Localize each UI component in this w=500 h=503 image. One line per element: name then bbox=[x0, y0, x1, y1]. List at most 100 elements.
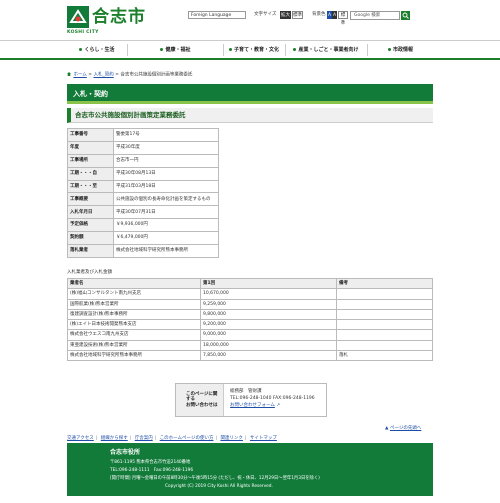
footer-org-name: 合志市役所 bbox=[110, 449, 141, 456]
contact-phone: TEL:096-248-1040 FAX:096-248-1196 bbox=[230, 396, 315, 401]
external-link-icon: ↗ bbox=[276, 403, 281, 408]
nav-label: くらし・生活 bbox=[84, 47, 115, 53]
footer-link-access[interactable]: 交通アクセス bbox=[67, 436, 94, 441]
bid-amount: 18,000,000 bbox=[200, 339, 337, 352]
info-label: 工期・・・至 bbox=[67, 179, 114, 194]
footer-link-related[interactable]: 関連リンク bbox=[220, 436, 243, 441]
table-row: 予定価格 ￥9,936,000円 bbox=[67, 218, 219, 233]
info-value: 合志市一円 bbox=[113, 153, 219, 168]
bullet-icon bbox=[293, 48, 297, 51]
bid-amount: 9,200,000 bbox=[200, 319, 337, 331]
breadcrumb-home-link[interactable]: ホーム bbox=[73, 73, 86, 78]
info-value: ￥6,479,000円 bbox=[113, 231, 219, 246]
bid-note bbox=[336, 319, 433, 331]
table-row: 契約額 ￥6,479,000円 bbox=[67, 231, 219, 246]
bullet-icon bbox=[387, 48, 391, 51]
column-header: 業者名 bbox=[67, 277, 201, 290]
nav-label: 産業・しごと・事業者向け bbox=[298, 47, 359, 53]
info-label: 工事場所 bbox=[67, 153, 114, 168]
contact-details: 総務部 管財課 TEL:096-248-1040 FAX:096-248-119… bbox=[230, 388, 326, 409]
bid-amount: 9,259,000 bbox=[200, 298, 337, 310]
page-top-label: ページの先頭へ bbox=[389, 426, 422, 431]
nav-item-city-info[interactable]: 市政情報 bbox=[368, 41, 433, 59]
city-emblem-icon bbox=[67, 6, 89, 28]
site-header: 合志市 KOSHI CITY Foreign Language 文字サイズ 拡大… bbox=[0, 0, 500, 38]
footer-link-office-guide[interactable]: 庁舎案内 bbox=[135, 436, 153, 441]
city-name: 合志市 bbox=[92, 7, 146, 27]
bid-note bbox=[336, 339, 433, 352]
info-label: 落札業者 bbox=[67, 244, 114, 258]
site-footer: 合志市役所 〒861-1195 熊本県合志市竹迫2140番地 TEL:096-2… bbox=[67, 443, 433, 496]
bid-note bbox=[336, 329, 433, 341]
nav-label: 健康・福祉 bbox=[165, 47, 191, 53]
breadcrumb-level1-link[interactable]: 入札_契約 bbox=[93, 73, 113, 78]
table-row: 年度 平成30年度 bbox=[67, 140, 219, 155]
table-row: 国際航業(株)熊本営業所 9,259,000 bbox=[67, 298, 433, 310]
search-input[interactable]: Google 検索 bbox=[350, 11, 400, 20]
nav-item-childcare[interactable]: 子育て・教育・文化 bbox=[224, 41, 284, 59]
bid-amount: 10,670,000 bbox=[200, 288, 337, 300]
site-logo[interactable]: 合志市 KOSHI CITY bbox=[67, 6, 157, 35]
bg-color-a2-button[interactable]: A bbox=[332, 11, 337, 19]
bidder-name: 株式会社ウエスコ南九州支店 bbox=[67, 329, 201, 341]
info-label: 契約額 bbox=[67, 231, 114, 246]
table-row: 工事番号 警委第17号 bbox=[67, 128, 219, 142]
font-size-standard-button[interactable]: 標準 bbox=[292, 11, 303, 19]
bidder-name: 東亜建設技術(株)熊本営業所 bbox=[67, 339, 201, 352]
table-row: 復建調査設計(株)熊本事務所 9,800,000 bbox=[67, 308, 433, 321]
nav-item-living[interactable]: くらし・生活 bbox=[67, 41, 127, 59]
nav-item-industry[interactable]: 産業・しごと・事業者向け bbox=[286, 41, 366, 59]
bullet-icon bbox=[79, 48, 83, 51]
bidder-name: (株)福山コンサルタント南九州支店 bbox=[67, 288, 201, 300]
column-header: 備考 bbox=[336, 277, 433, 290]
footer-link-howto[interactable]: このホームページの使い方 bbox=[160, 436, 214, 441]
bullet-icon bbox=[228, 48, 232, 51]
info-label: 工期・・・自 bbox=[67, 166, 114, 181]
footer-links: 交通アクセス | 組織から探す | 庁舎案内 | このホームページの使い方 | 関連リン… bbox=[67, 436, 433, 441]
contact-heading-line: このページに関する bbox=[186, 392, 218, 403]
info-value: 平成31年03月18日 bbox=[113, 179, 219, 194]
nav-item-health[interactable]: 健康・福祉 bbox=[128, 41, 223, 59]
contact-heading-line: お問い合わせは bbox=[186, 402, 218, 408]
bid-results-table: 業者名 第1回 備考 (株)福山コンサルタント南九州支店 10,670,000 国… bbox=[67, 277, 433, 362]
table-row: 東亜建設技術(株)熊本営業所 18,000,000 bbox=[67, 339, 433, 352]
footer-link-separator: | bbox=[95, 436, 98, 441]
info-value: 警委第17号 bbox=[113, 128, 219, 142]
page: 合志市 KOSHI CITY Foreign Language 文字サイズ 拡大… bbox=[0, 0, 500, 503]
breadcrumb-current: 合志市公共施設個別計画等業務委託 bbox=[120, 72, 193, 78]
page-title: 合志市公共施設個別計画策定業務委託 bbox=[67, 108, 433, 123]
foreign-language-button[interactable]: Foreign Language bbox=[188, 11, 246, 19]
footer-link-separator: | bbox=[154, 436, 157, 441]
bidder-name: 株式会社地域科学研究所熊本事務所 bbox=[67, 350, 201, 362]
breadcrumb-separator: > bbox=[115, 72, 119, 78]
bg-color-label: 背景色 bbox=[312, 12, 326, 17]
global-nav: くらし・生活 健康・福祉 子育て・教育・文化 産業・しごと・事業者向け 市政情報 bbox=[0, 40, 500, 60]
search-icon bbox=[402, 12, 409, 19]
font-size-large-button[interactable]: 拡大 bbox=[280, 11, 291, 19]
info-label: 予定価格 bbox=[67, 218, 114, 233]
page-top-link[interactable]: ▲ ページの先頭へ bbox=[385, 426, 421, 431]
contact-box: このページに関する お問い合わせは 総務部 管財課 TEL:096-248-10… bbox=[175, 383, 327, 417]
nav-label: 市政情報 bbox=[392, 47, 413, 53]
bg-color-standard-button[interactable]: 標準 bbox=[338, 11, 348, 26]
footer-hours: [開庁時間] 月曜～金曜日の午前8時30分～午後5時15分 (ただし、祝・休日、… bbox=[110, 476, 320, 481]
bid-note bbox=[336, 308, 433, 321]
nav-label: 子育て・教育・文化 bbox=[233, 47, 279, 53]
search-button[interactable] bbox=[401, 11, 410, 20]
footer-link-sitemap[interactable]: サイトマップ bbox=[250, 436, 277, 441]
info-value: 平成30年08月13日 bbox=[113, 166, 219, 181]
bid-table-caption: 入札業者及び入札金額 bbox=[67, 270, 112, 275]
breadcrumb-separator: > bbox=[88, 72, 93, 78]
bid-amount: 9,000,000 bbox=[200, 329, 337, 341]
info-label: 年度 bbox=[67, 140, 114, 155]
table-row: 株式会社ウエスコ南九州支店 9,000,000 bbox=[67, 329, 433, 341]
bid-note bbox=[336, 288, 433, 300]
font-size-label: 文字サイズ bbox=[254, 12, 277, 17]
contact-form-link[interactable]: お問い合わせフォーム bbox=[230, 403, 275, 408]
breadcrumb: ホーム > 入札_契約 > 合志市公共施設個別計画等業務委託 bbox=[67, 72, 433, 78]
footer-link-org[interactable]: 組織から探す bbox=[101, 436, 128, 441]
table-row: 工期・・・至 平成31年03月18日 bbox=[67, 179, 219, 194]
info-value: 株式会社地域科学研究所熊本事務所 bbox=[113, 244, 219, 258]
table-row: 工期・・・自 平成30年08月13日 bbox=[67, 166, 219, 181]
arrow-up-icon: ▲ bbox=[385, 426, 389, 431]
